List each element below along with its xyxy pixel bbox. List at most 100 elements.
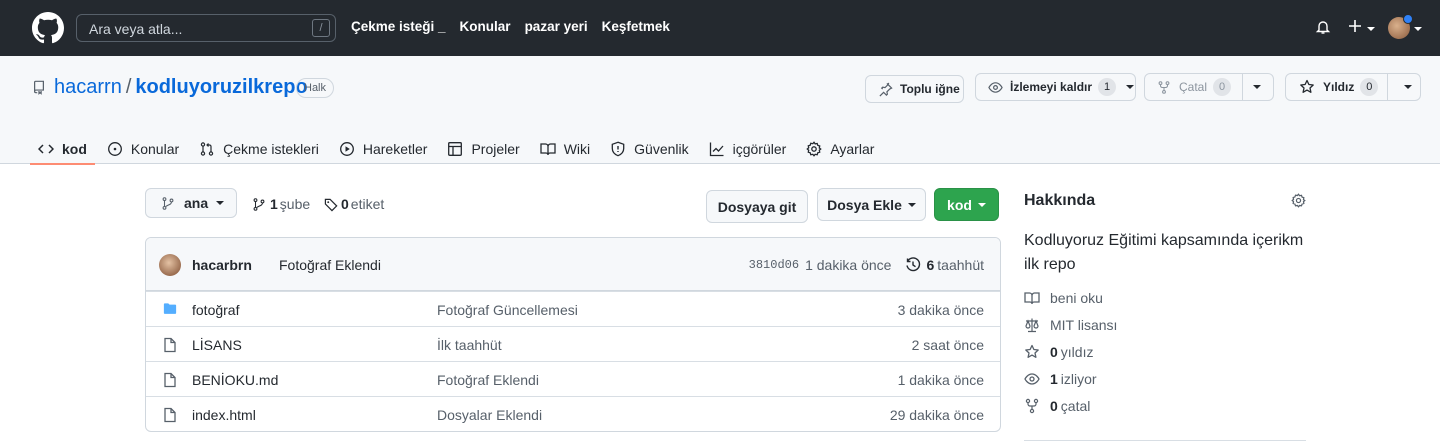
global-nav: Çekme isteği _ Konular pazar yeri Keşfet… (351, 19, 670, 34)
commit-author-avatar[interactable] (159, 254, 181, 276)
file-commit-message[interactable]: İlk taahhüt (437, 337, 502, 353)
commit-age: 1 dakika önce (805, 257, 892, 273)
stars-count: 0 (1050, 344, 1058, 360)
file-commit-message[interactable]: Fotoğraf Güncellemesi (437, 302, 578, 318)
fork-chevron-down-icon[interactable] (1253, 85, 1262, 89)
stars-link[interactable]: 0 yıldız (1024, 344, 1093, 360)
readme-link[interactable]: beni oku (1024, 290, 1103, 306)
fork-button[interactable]: Çatal 0 (1144, 73, 1274, 101)
nav-marketplace[interactable]: pazar yeri (525, 19, 588, 34)
tab-wiki[interactable]: Wiki (532, 134, 598, 164)
global-header: Ara veya atla... / Çekme isteği _ Konula… (0, 0, 1440, 56)
tab-code-label: kod (62, 141, 87, 157)
graph-icon (709, 142, 724, 157)
tab-projects-label: Projeler (471, 141, 520, 157)
tab-code[interactable]: kod (30, 134, 95, 165)
tab-security[interactable]: Güvenlik (602, 134, 696, 164)
create-menu-chevron-down-icon[interactable] (1367, 27, 1375, 31)
sidebar-divider (1024, 440, 1306, 441)
tab-actions-label: Hareketler (362, 141, 428, 157)
nav-pull-requests[interactable]: Çekme isteği _ (351, 19, 446, 34)
file-row[interactable]: LİSANS İlk taahhüt 2 saat önce (146, 326, 1000, 361)
repo-owner-link[interactable]: hacarrn (54, 76, 122, 98)
license-link[interactable]: MIT lisansı (1024, 317, 1117, 333)
add-file-button[interactable]: Dosya Ekle (817, 188, 926, 221)
file-age: 2 saat önce (911, 337, 984, 353)
watch-chevron-down-icon (1126, 85, 1135, 89)
file-row[interactable]: fotoğraf Fotoğraf Güncellemesi 3 dakika … (146, 291, 1000, 326)
license-label: MIT lisansı (1050, 317, 1118, 333)
commit-author[interactable]: hacarbrn (192, 257, 252, 273)
commit-sha[interactable]: 3810d06 (749, 258, 799, 272)
tab-issues[interactable]: Konular (99, 134, 187, 164)
branches-link[interactable]: 1 şube (252, 196, 310, 212)
plus-icon[interactable] (1347, 18, 1363, 34)
visibility-badge: Halk (296, 78, 335, 98)
go-to-file-button[interactable]: Dosyaya git (706, 190, 808, 223)
pull-request-icon (200, 142, 214, 156)
code-button-label: kod (947, 196, 972, 213)
file-age: 3 dakika önce (897, 302, 984, 318)
search-placeholder: Ara veya atla... (89, 21, 183, 37)
file-commit-message[interactable]: Dosyalar Eklendi (437, 407, 542, 423)
star-chevron-down-icon[interactable] (1404, 85, 1413, 89)
forks-link[interactable]: 0 çatal (1024, 398, 1090, 414)
file-row[interactable]: index.html Dosyalar Eklendi 29 dakika ön… (146, 396, 1000, 431)
branch-chevron-down-icon (216, 201, 225, 205)
github-logo-icon[interactable] (32, 12, 64, 44)
file-row[interactable]: BENİOKU.md Fotoğraf Eklendi 1 dakika önc… (146, 361, 1000, 396)
fork-count: 0 (1213, 78, 1232, 96)
star-button[interactable]: Yıldız 0 (1285, 73, 1421, 101)
branch-select-button[interactable]: ana (145, 188, 237, 218)
file-name[interactable]: fotoğraf (192, 302, 239, 318)
tags-link[interactable]: 0 etiket (324, 196, 384, 212)
fork-icon (1158, 80, 1170, 94)
tab-insights[interactable]: içgörüler (701, 134, 795, 164)
search-input[interactable]: Ara veya atla... / (76, 14, 336, 42)
add-file-label: Dosya Ekle (827, 196, 902, 213)
file-commit-message[interactable]: Fotoğraf Eklendi (437, 372, 539, 388)
history-icon (906, 257, 921, 272)
tab-projects[interactable]: Projeler (439, 134, 527, 164)
file-icon (164, 407, 176, 423)
code-icon (38, 144, 54, 154)
file-name[interactable]: index.html (192, 407, 256, 423)
code-dropdown-button[interactable]: kod (934, 188, 999, 221)
tab-pull-requests-label: Çekme istekleri (223, 141, 319, 157)
bell-icon[interactable] (1315, 19, 1331, 35)
star-icon (1025, 344, 1039, 358)
star-label: Yıldız (1323, 80, 1355, 94)
tab-insights-label: içgörüler (732, 141, 787, 157)
add-file-chevron-down-icon (907, 202, 916, 207)
nav-issues[interactable]: Konular (460, 19, 511, 34)
commit-history-link[interactable]: 6 taahhüt (905, 257, 984, 273)
branch-icon (162, 196, 174, 210)
fork-split-divider (1242, 74, 1243, 100)
about-description: Kodluyoruz Eğitimi kapsamında içerikm il… (1024, 232, 1304, 273)
repo-path-separator: / (125, 76, 132, 98)
repo-title: hacarrn / kodluyoruzilkrepo (54, 76, 308, 99)
tab-settings[interactable]: Ayarlar (798, 134, 882, 164)
watchers-link[interactable]: 1 izliyor (1024, 371, 1097, 387)
file-browser: hacarbrn Fotoğraf Eklendi 3810d06 1 daki… (145, 237, 1001, 432)
file-icon (164, 372, 176, 388)
law-scale-icon (1025, 318, 1039, 333)
about-settings-gear-icon[interactable] (1291, 193, 1306, 208)
nav-explore[interactable]: Keşfetmek (602, 19, 670, 34)
file-name[interactable]: BENİOKU.md (192, 372, 278, 388)
watch-button[interactable]: İzlemeyi kaldır 1 (975, 73, 1136, 101)
repo-name-link[interactable]: kodluyoruzilkrepo (135, 76, 307, 98)
pin-button[interactable]: Toplu iğne (865, 75, 964, 103)
eye-icon (1024, 373, 1040, 385)
branch-word: şube (279, 196, 311, 212)
forks-word: çatal (1060, 398, 1091, 414)
tab-actions[interactable]: Hareketler (331, 134, 436, 164)
file-icon (164, 337, 176, 353)
watch-label: İzlemeyi kaldır (1010, 80, 1093, 94)
tag-count: 0 (341, 196, 349, 212)
user-menu-chevron-down-icon[interactable] (1414, 27, 1422, 31)
commit-message[interactable]: Fotoğraf Eklendi (279, 257, 381, 273)
tab-pull-requests[interactable]: Çekme istekleri (191, 134, 327, 164)
file-name[interactable]: LİSANS (192, 337, 242, 353)
repo-tabs: kod Konular Çekme istekleri Hareketler P… (30, 134, 886, 165)
